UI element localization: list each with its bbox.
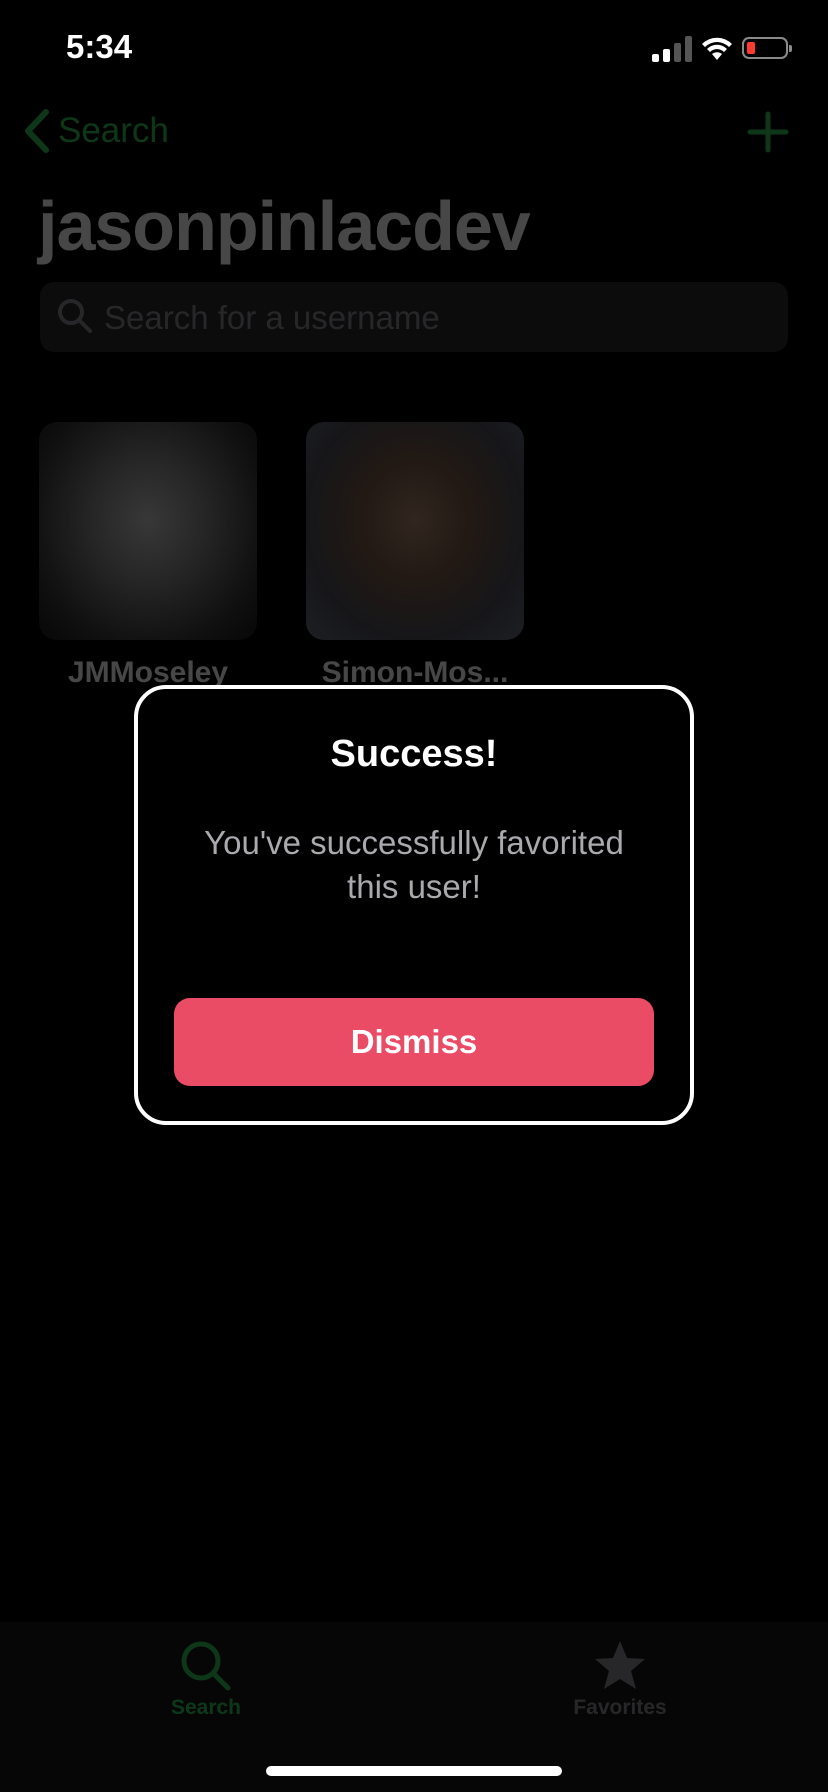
tab-search-label: Search xyxy=(170,1696,242,1719)
battery-icon xyxy=(742,37,792,59)
back-button[interactable]: Search xyxy=(22,108,169,154)
chevron-left-icon xyxy=(25,109,49,153)
search-icon xyxy=(58,299,92,333)
wifi-icon xyxy=(702,37,732,60)
tab-favorites-label: Favorites xyxy=(573,1696,667,1719)
screen: 5:34 Search jasonpinlacdev Search for a … xyxy=(0,0,828,1792)
search-input[interactable] xyxy=(102,282,766,354)
alert-title: Success! xyxy=(330,733,498,775)
success-alert: Success! You've successfully favorited t… xyxy=(134,685,694,1125)
tab-favorites[interactable]: Favorites xyxy=(520,1638,720,1720)
star-icon xyxy=(595,1641,645,1689)
status-time: 5:34 xyxy=(66,28,133,65)
dismiss-button[interactable]: Dismiss xyxy=(174,998,654,1086)
tab-search[interactable]: Search xyxy=(106,1638,306,1720)
home-indicator[interactable] xyxy=(266,1766,562,1776)
search-field[interactable] xyxy=(40,282,788,354)
search-icon xyxy=(181,1641,231,1691)
back-button-label: Search xyxy=(58,111,169,150)
alert-message: You've successfully favorited this user! xyxy=(204,824,624,905)
cellular-signal-icon xyxy=(652,36,692,62)
add-favorite-button[interactable] xyxy=(746,110,790,154)
avatar xyxy=(306,422,524,640)
avatar xyxy=(39,422,257,640)
page-title: jasonpinlacdev xyxy=(38,187,531,265)
follower-card[interactable]: JMMoseley xyxy=(39,422,257,690)
follower-card[interactable]: Simon-Mos... xyxy=(306,422,524,690)
